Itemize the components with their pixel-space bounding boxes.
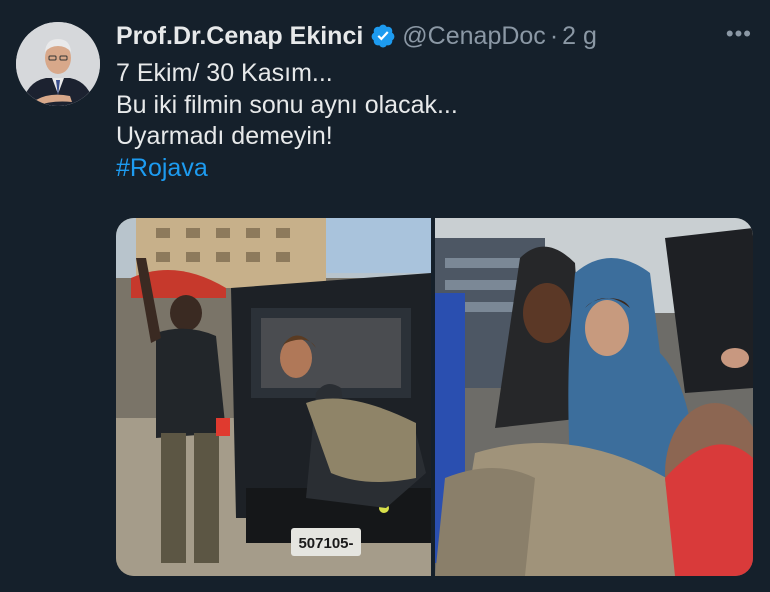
separator-dot: · [549,21,559,50]
tweet[interactable]: Prof.Dr.Cenap Ekinci @CenapDoc · 2 g •••… [0,0,770,592]
media-photo-right[interactable] [435,218,753,576]
tweet-text-line: Bu iki filmin sonu aynı olacak... [116,90,458,119]
photo-right-image [435,218,753,576]
media-grid: 507105- [116,218,753,576]
tweet-text-line: 7 Ekim/ 30 Kasım... [116,59,333,87]
tweet-text-line: Uyarmadı demeyin! [116,122,333,150]
hashtag-link[interactable]: #Rojava [116,153,458,185]
more-dots-icon[interactable]: ••• [726,23,752,45]
tweet-header: Prof.Dr.Cenap Ekinci @CenapDoc · 2 g [116,18,750,54]
tweet-text: 7 Ekim/ 30 Kasım... Bu iki filmin sonu a… [116,58,458,184]
timestamp[interactable]: 2 g [562,22,597,51]
media-photo-left[interactable]: 507105- [116,218,431,576]
avatar-image [16,22,100,106]
photo-left-image: 507105- [116,218,431,576]
avatar[interactable] [16,22,100,106]
license-plate-text: 507105- [298,535,353,552]
author-name[interactable]: Prof.Dr.Cenap Ekinci [116,22,363,51]
author-handle[interactable]: @CenapDoc [402,22,546,51]
verified-badge-icon [371,24,395,48]
